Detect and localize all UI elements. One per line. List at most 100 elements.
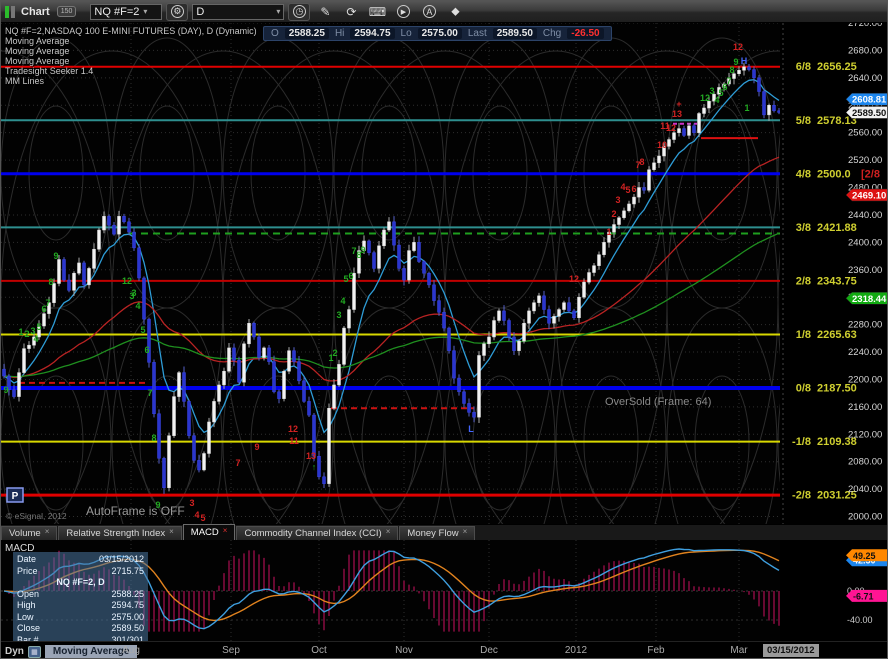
svg-text:-40.00: -40.00 (847, 615, 873, 625)
svg-text:13: 13 (306, 451, 316, 461)
svg-text:6: 6 (144, 345, 149, 355)
eraser-icon[interactable]: ⬥ (444, 3, 466, 21)
legend-title: NQ #F=2,NASDAQ 100 E-MINI FUTURES (DAY),… (5, 26, 257, 36)
svg-text:OverSold (Frame: 64): OverSold (Frame: 64) (605, 396, 711, 408)
interval-value: D (196, 6, 204, 18)
svg-text:2400.00: 2400.00 (848, 237, 882, 248)
open-value: 2588.25 (285, 28, 329, 39)
month-label: 2012 (565, 645, 587, 656)
tab-volume[interactable]: Volume× (1, 526, 57, 540)
quote-bar: O 2588.25 Hi 2594.75 Lo 2575.00 Last 258… (263, 26, 612, 41)
svg-text:-2/8: -2/8 (792, 490, 811, 502)
month-label: Mar (730, 645, 747, 656)
interval-input[interactable]: D ▾ (192, 4, 284, 20)
svg-text:-1/8: -1/8 (792, 436, 811, 448)
svg-text:2720.00: 2720.00 (848, 23, 882, 29)
chevron-down-icon[interactable]: ▾ (143, 7, 147, 16)
time-axis[interactable]: Dyn ▦ Moving Average AugSepOctNovDec2012… (1, 641, 888, 659)
svg-text:2120.00: 2120.00 (848, 429, 882, 440)
svg-text:0/8: 0/8 (796, 383, 811, 395)
svg-text:2200.00: 2200.00 (848, 374, 882, 385)
open-label: O (271, 28, 279, 39)
close-icon[interactable]: × (386, 527, 391, 536)
svg-text:2080.00: 2080.00 (848, 457, 882, 468)
tab-money-flow[interactable]: Money Flow× (399, 526, 475, 540)
main-price-chart[interactable]: 9123456789123345678934579121113↑12345678… (1, 23, 888, 524)
svg-text:3/8: 3/8 (796, 222, 811, 234)
svg-text:2240.00: 2240.00 (848, 347, 882, 358)
pane-icon[interactable]: ▦ (28, 646, 41, 658)
window-title: Chart (21, 6, 50, 18)
data-window-row: Close2589.50 (17, 623, 144, 635)
chg-label: Chg (543, 28, 561, 39)
data-window-row: High2594.75 (17, 600, 144, 612)
svg-text:8: 8 (639, 157, 644, 167)
month-label: Nov (395, 645, 413, 656)
svg-text:5/8: 5/8 (796, 115, 811, 127)
svg-text:2360.00: 2360.00 (848, 265, 882, 276)
statusbar-left: Dyn ▦ Moving Average (1, 642, 137, 659)
svg-text:5: 5 (140, 325, 145, 335)
svg-text:10: 10 (657, 140, 667, 150)
time-interval-button[interactable]: ◷ (288, 3, 310, 21)
svg-text:9: 9 (360, 245, 365, 255)
month-label: Sep (222, 645, 240, 656)
last-label: Last (468, 28, 487, 39)
chart-status-indicator-icon (5, 6, 15, 18)
low-value: 2575.00 (418, 28, 462, 39)
chevron-down-icon[interactable]: ▾ (276, 7, 280, 16)
svg-text:2640.00: 2640.00 (848, 73, 882, 84)
svg-text:3: 3 (336, 310, 341, 320)
refresh-icon[interactable]: ⟳ (340, 3, 362, 21)
svg-text:H: H (741, 56, 748, 66)
svg-text:7: 7 (45, 298, 50, 308)
svg-text:13: 13 (672, 109, 682, 119)
legend-line: Tradesight Seeker 1.4 (5, 66, 257, 76)
auto-icon[interactable]: A (418, 3, 440, 21)
close-icon[interactable]: × (223, 526, 228, 535)
svg-text:2: 2 (332, 348, 337, 358)
svg-text:7: 7 (726, 76, 731, 86)
svg-text:1/8: 1/8 (796, 329, 811, 341)
svg-text:9: 9 (53, 251, 58, 261)
svg-text:2343.75: 2343.75 (817, 275, 857, 287)
svg-text:1: 1 (744, 103, 749, 113)
svg-text:P: P (12, 491, 19, 502)
svg-text:5: 5 (200, 513, 205, 523)
tab-macd[interactable]: MACD× (183, 524, 236, 540)
study-legend: NQ #F=2,NASDAQ 100 E-MINI FUTURES (DAY),… (5, 26, 257, 86)
svg-text:2040.00: 2040.00 (848, 484, 882, 495)
svg-text:49.25: 49.25 (853, 551, 876, 561)
svg-text:2318.44: 2318.44 (852, 294, 887, 305)
draw-pencil-icon[interactable]: ✎ (314, 3, 336, 21)
svg-text:12: 12 (733, 42, 743, 52)
toolbar: Chart 150 NQ #F=2 ▾ ⚙ D ▾ ◷ ✎ ⟳ ⌨ ▶ A ⬥ (1, 1, 888, 23)
svg-text:4: 4 (194, 510, 199, 520)
tab-relative-strength-index[interactable]: Relative Strength Index× (58, 526, 181, 540)
svg-text:9: 9 (254, 442, 259, 452)
close-icon[interactable]: × (169, 527, 174, 536)
svg-text:12: 12 (122, 276, 132, 286)
svg-text:2680.00: 2680.00 (848, 45, 882, 56)
svg-text:-6.71: -6.71 (853, 591, 874, 601)
svg-text:7: 7 (235, 458, 240, 468)
month-label: Aug (122, 645, 140, 656)
play-icon[interactable]: ▶ (392, 3, 414, 21)
svg-text:2608.81: 2608.81 (852, 95, 887, 106)
high-value: 2594.75 (350, 28, 394, 39)
svg-text:4/8: 4/8 (796, 168, 811, 180)
svg-text:3: 3 (615, 195, 620, 205)
quote-board-icon[interactable]: ⌨ (366, 3, 388, 21)
close-icon[interactable]: × (463, 527, 468, 536)
svg-text:1: 1 (606, 227, 611, 237)
tab-commodity-channel-index-cci-[interactable]: Commodity Channel Index (CCI)× (236, 526, 398, 540)
symbol-search-button[interactable]: ⚙ (166, 3, 188, 21)
svg-text:2265.63: 2265.63 (817, 329, 857, 341)
close-icon[interactable]: × (45, 527, 50, 536)
last-value: 2589.50 (493, 28, 537, 39)
symbol-input[interactable]: NQ #F=2 ▾ (90, 4, 162, 20)
svg-text:2421.88: 2421.88 (817, 222, 857, 234)
legend-line: Moving Average (5, 56, 257, 66)
svg-text:2: 2 (24, 329, 29, 339)
svg-text:9: 9 (733, 57, 738, 67)
